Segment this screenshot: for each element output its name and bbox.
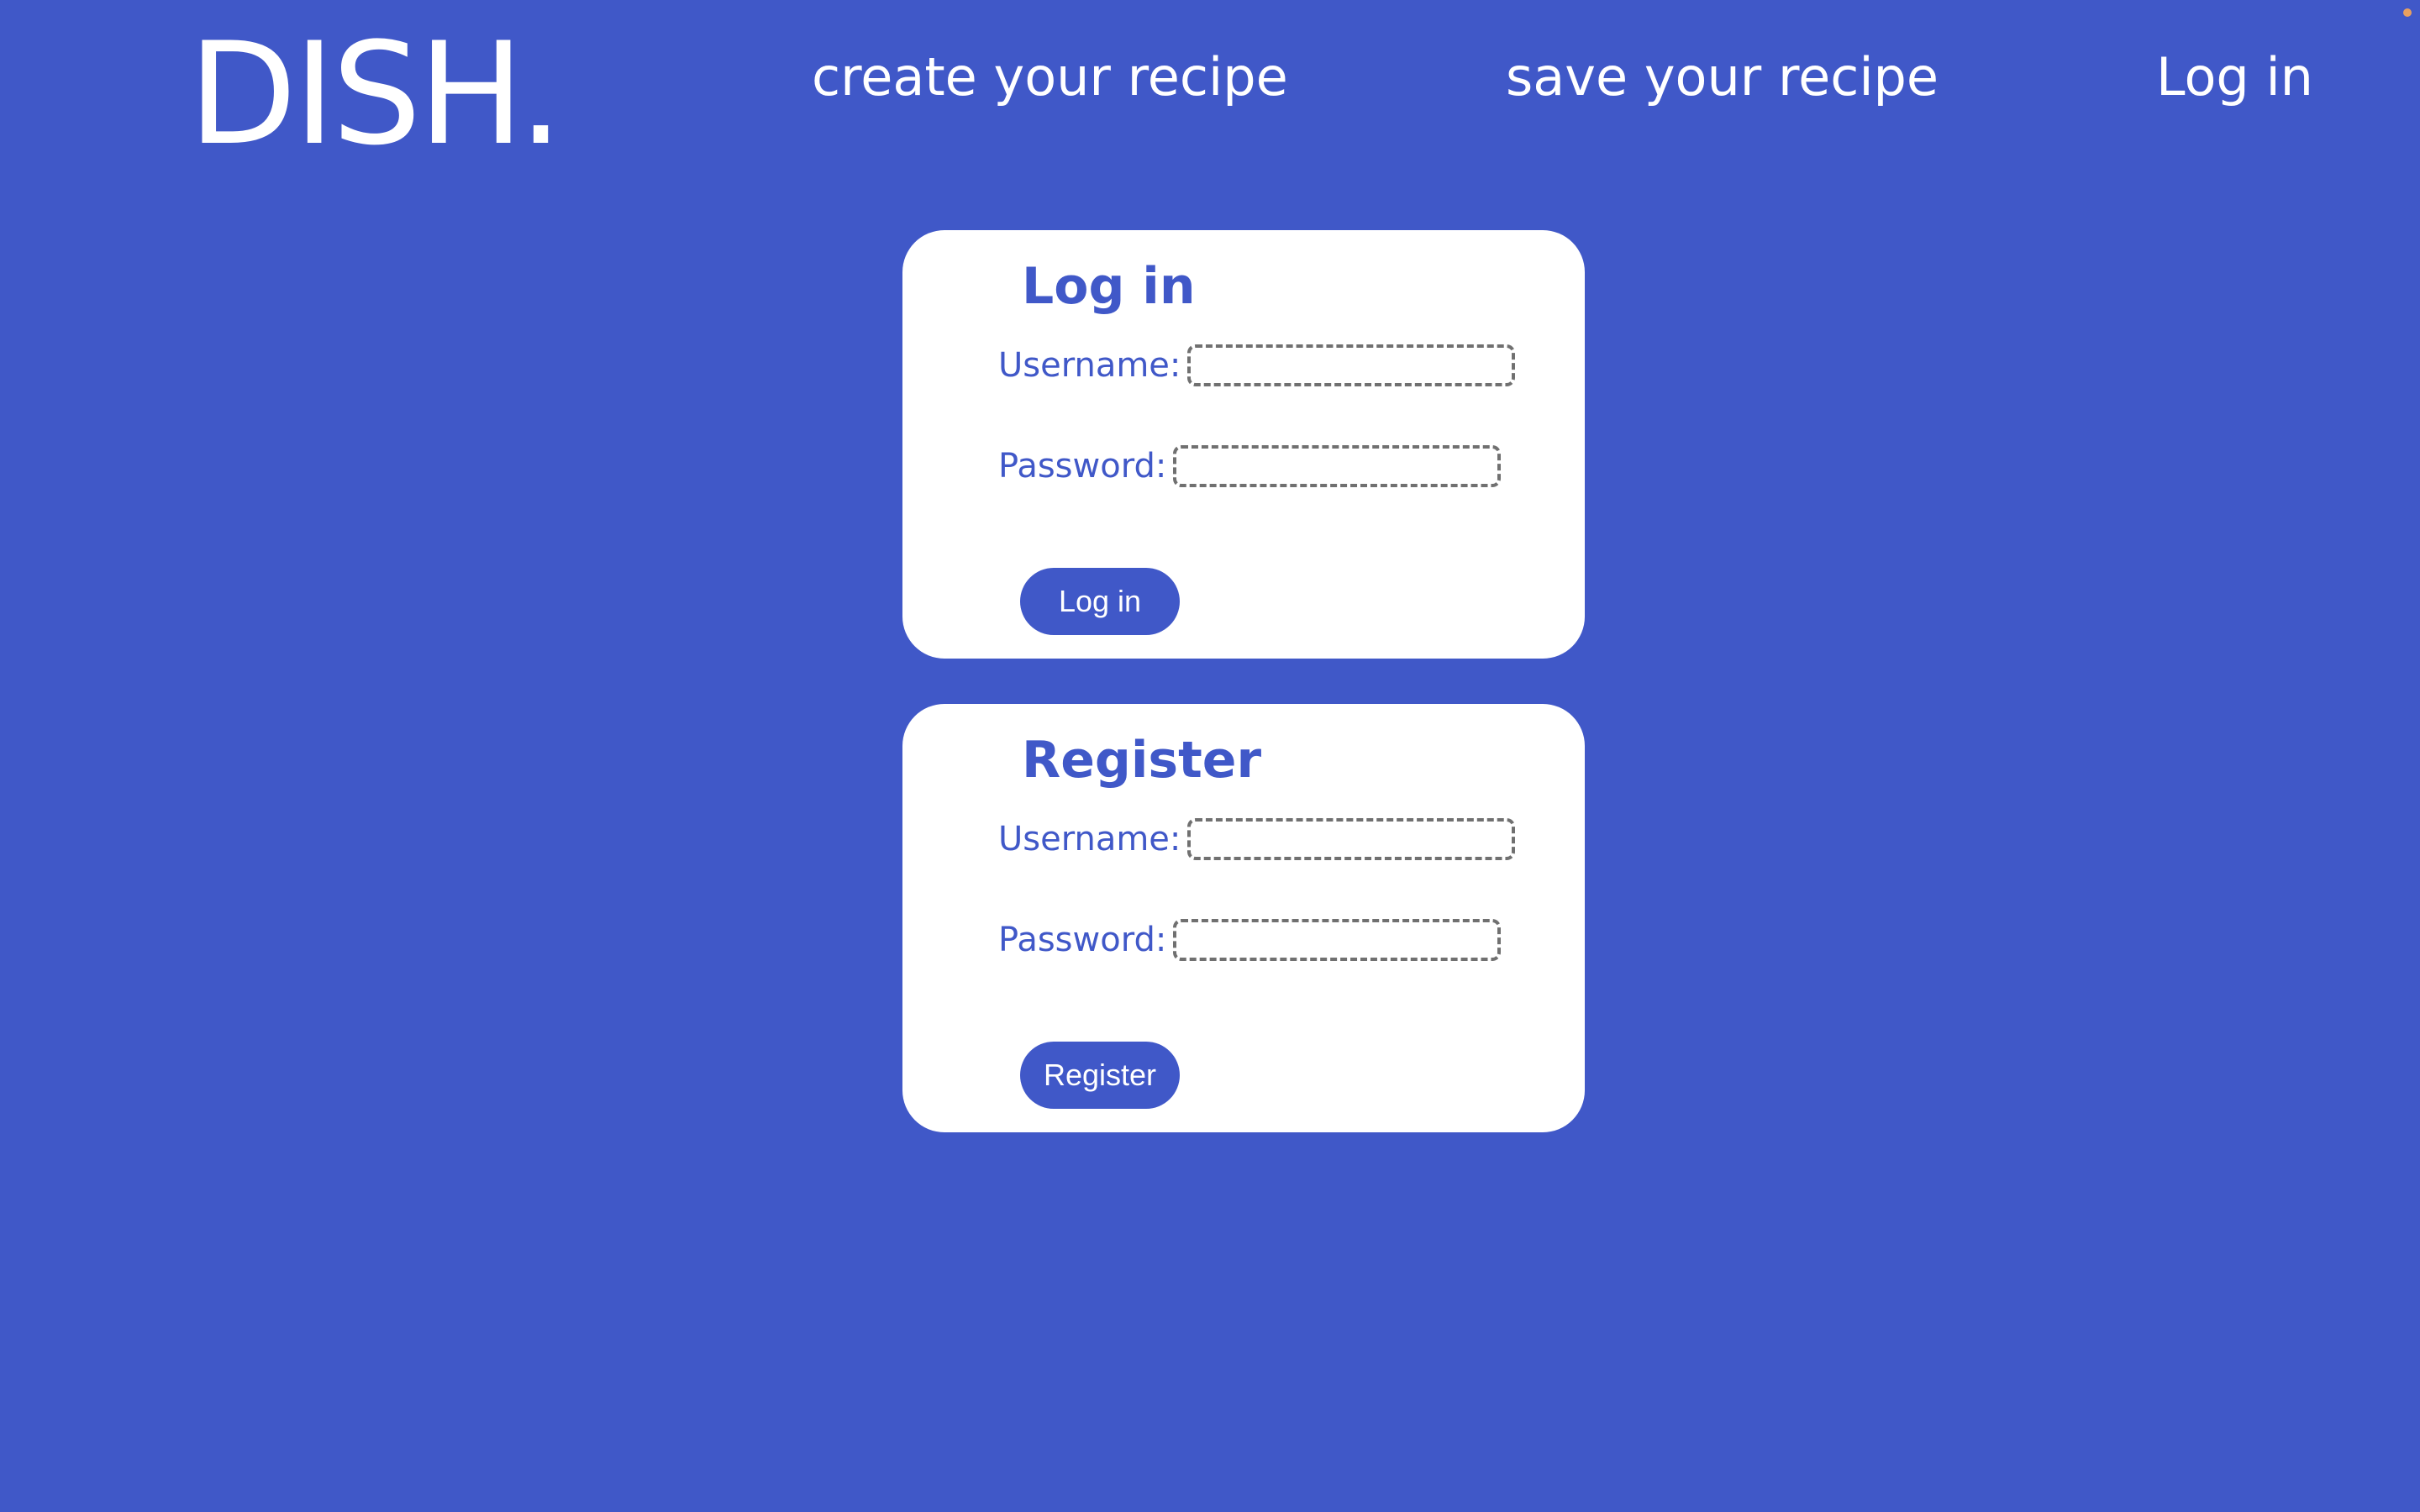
register-password-label: Password: — [998, 921, 1167, 959]
register-title: Register — [1022, 731, 1262, 790]
login-password-input[interactable] — [1173, 445, 1502, 487]
login-username-label: Username: — [998, 346, 1181, 385]
login-password-row: Password: — [998, 445, 1502, 487]
register-username-input[interactable] — [1187, 818, 1516, 860]
nav-create-recipe[interactable]: create your recipe — [812, 48, 1288, 106]
status-dot-icon — [2403, 8, 2412, 17]
site-logo[interactable]: DISH. — [188, 24, 563, 165]
register-button[interactable]: Register — [1020, 1042, 1180, 1109]
register-card: Register Username: Password: Register — [902, 704, 1585, 1132]
login-password-label: Password: — [998, 447, 1167, 486]
nav-log-in[interactable]: Log in — [2156, 48, 2313, 106]
app-root: DISH. create your recipe save your recip… — [0, 0, 2420, 1512]
login-username-input[interactable] — [1187, 344, 1516, 386]
register-password-row: Password: — [998, 919, 1502, 961]
login-button[interactable]: Log in — [1020, 568, 1180, 635]
register-password-input[interactable] — [1173, 919, 1502, 961]
login-title: Log in — [1022, 257, 1196, 316]
login-username-row: Username: — [998, 344, 1516, 386]
login-card: Log in Username: Password: Log in — [902, 230, 1585, 659]
register-username-row: Username: — [998, 818, 1516, 860]
register-username-label: Username: — [998, 820, 1181, 858]
nav-save-recipe[interactable]: save your recipe — [1506, 48, 1939, 106]
